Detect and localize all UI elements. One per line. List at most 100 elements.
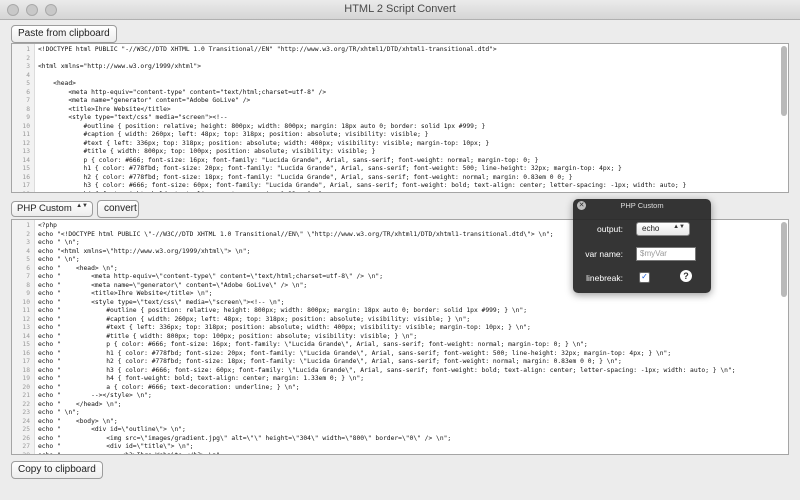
line-number: 7: [26, 273, 30, 280]
line-number: 14: [22, 332, 30, 340]
code-line: 19 echo " h4 { font-weight: bold; text-al…: [12, 375, 778, 384]
title-bar: HTML 2 Script Convert: [0, 0, 800, 20]
code-text: p { color: #666; font-size: 16px; font-f…: [38, 156, 539, 164]
line-number: 5: [26, 256, 30, 263]
code-text: #outline { position: relative; height: 8…: [38, 122, 486, 130]
line-number: 8: [26, 105, 30, 113]
html-input-editor[interactable]: 1 <!DOCTYPE html PUBLIC "-//W3C//DTD XHTM…: [11, 43, 789, 193]
code-line: 16 h2 { color: #778fbd; font-size: 18px;…: [12, 174, 778, 183]
convert-button[interactable]: convert: [97, 200, 139, 218]
line-number: 13: [22, 324, 30, 331]
code-line: 5 <head>: [12, 80, 778, 89]
line-number: 17: [22, 358, 30, 365]
line-number: 19: [22, 375, 30, 382]
help-icon[interactable]: ?: [680, 270, 692, 282]
code-line: 8 <title>Ihre Website</title>: [12, 106, 778, 115]
line-number: 2: [26, 230, 30, 238]
code-text: echo " <img src=\"images/gradient.jpg\" …: [38, 434, 452, 442]
code-line: 14 p { color: #666; font-size: 16px; fon…: [12, 157, 778, 166]
line-number: 13: [22, 148, 30, 155]
code-text: #caption { width: 260px; left: 48px; top…: [38, 131, 429, 138]
code-line: 11 echo " #outline { position: relative; …: [12, 307, 778, 316]
input-scrollbar[interactable]: [781, 46, 787, 116]
code-line: 16 echo " h1 { color: #778fbd; font-size:…: [12, 350, 778, 359]
code-text: <html xmlns="http://www.w3.org/1999/xhtm…: [38, 63, 202, 70]
line-number: 5: [26, 80, 30, 87]
code-text: echo " <meta name=\"generator\" content=…: [38, 281, 308, 289]
line-number: 23: [22, 409, 30, 416]
code-line: 27 echo " <div id=\"title\"> \n";: [12, 443, 778, 452]
code-line: 18 h4 { font-weight: bold; text-align: c…: [12, 191, 778, 193]
output-scrollbar[interactable]: [781, 222, 787, 297]
code-text: echo " #outline { position: relative; he…: [38, 307, 528, 314]
line-number: 6: [26, 264, 30, 272]
code-text: echo " h2 { color: #778fbd; font-size: 1…: [38, 358, 622, 365]
copy-to-clipboard-button[interactable]: Copy to clipboard: [11, 461, 103, 479]
line-number: 11: [22, 131, 30, 138]
output-select-value: echo: [642, 224, 660, 233]
code-line: 3 <html xmlns="http://www.w3.org/1999/xht…: [12, 63, 778, 72]
code-line: 21 echo " --></style> \n";: [12, 392, 778, 401]
code-text: echo " h1 { color: #778fbd; font-size: 2…: [38, 349, 672, 357]
line-number: 12: [22, 315, 30, 323]
line-number: 3: [26, 63, 30, 70]
code-line: 11 #caption { width: 260px; left: 48px; …: [12, 131, 778, 140]
code-line: 20 echo " a { color: #666; text-decoratio…: [12, 384, 778, 393]
code-line: 26 echo " <img src=\"images/gradient.jpg\…: [12, 435, 778, 444]
line-number: 1: [26, 222, 30, 229]
code-text: echo " <h3>Ihre Website.</h3> \n";: [38, 451, 224, 455]
code-text: <head>: [38, 80, 76, 87]
code-text: <style type="text/css" media="screen"><!…: [38, 114, 228, 121]
code-line: 18 echo " h3 { color: #666; font-size: 60…: [12, 367, 778, 376]
line-number: 3: [26, 239, 30, 246]
code-text: #title { width: 800px; top: 100px; posit…: [38, 148, 376, 155]
code-text: echo " a { color: #666; text-decoration:…: [38, 383, 300, 391]
code-text: echo " <title>Ihre Website</title> \n";: [38, 290, 213, 297]
var-name-input[interactable]: $myVar: [636, 247, 696, 261]
line-number: 4: [26, 71, 30, 79]
line-number: 26: [22, 434, 30, 442]
paste-from-clipboard-button[interactable]: Paste from clipboard: [11, 25, 117, 43]
line-number: 10: [22, 298, 30, 306]
code-text: echo " \n";: [38, 239, 80, 246]
code-line: 13 #title { width: 800px; top: 100px; po…: [12, 148, 778, 157]
code-line: 4: [12, 72, 778, 81]
line-number: 11: [22, 307, 30, 314]
var-name-label: var name:: [585, 249, 623, 259]
language-select-value: PHP Custom: [17, 203, 72, 214]
code-line: 22 echo " </head> \n";: [12, 401, 778, 410]
linebreak-checkbox[interactable]: ✓: [639, 272, 650, 283]
output-select[interactable]: echo ▲▼: [636, 222, 690, 236]
code-text: h1 { color: #778fbd; font-size: 20px; fo…: [38, 165, 622, 172]
code-text: <meta http-equiv="content-type" content=…: [38, 88, 327, 96]
code-line: 1 <!DOCTYPE html PUBLIC "-//W3C//DTD XHTM…: [12, 46, 778, 55]
code-text: echo "<html xmlns=\"http://www.w3.org/19…: [38, 247, 251, 255]
line-number: 12: [22, 139, 30, 147]
panel-title: PHP Custom: [620, 201, 664, 210]
code-text: echo " h4 { font-weight: bold; text-alig…: [38, 375, 365, 382]
line-number: 4: [26, 247, 30, 255]
line-number: 22: [22, 400, 30, 408]
code-line: 6 <meta http-equiv="content-type" conten…: [12, 89, 778, 98]
code-text: echo " \n";: [38, 409, 80, 416]
code-line: 28 echo " <h3>Ihre Website.</h3> \n";: [12, 451, 778, 455]
line-number: 21: [22, 392, 30, 399]
line-number: 18: [12, 191, 30, 193]
line-number: 28: [22, 451, 30, 455]
line-number: 6: [26, 88, 30, 96]
code-text: <meta name="generator" content="Adobe Go…: [38, 97, 251, 104]
line-number: 9: [26, 114, 30, 121]
code-line: 25 echo " <div id=\"outline\"> \n";: [12, 426, 778, 435]
code-text: h4 { font-weight: bold; text-align: cent…: [38, 191, 322, 193]
code-text: echo "<!DOCTYPE html PUBLIC \"-//W3C//DT…: [38, 230, 554, 238]
language-select[interactable]: PHP Custom ▲▼: [11, 201, 93, 217]
line-number: 2: [26, 54, 30, 62]
code-line: 15 echo " p { color: #666; font-size: 16p…: [12, 341, 778, 350]
code-text: #text { left: 336px; top: 318px; positio…: [38, 139, 490, 147]
code-text: echo " #caption { width: 260px; left: 48…: [38, 315, 471, 323]
code-text: echo " #title { width: 800px; top: 100px…: [38, 332, 418, 340]
line-number: 9: [26, 290, 30, 297]
code-text: echo " \n";: [38, 256, 80, 263]
line-number: 25: [22, 426, 30, 433]
line-number: 7: [26, 97, 30, 104]
